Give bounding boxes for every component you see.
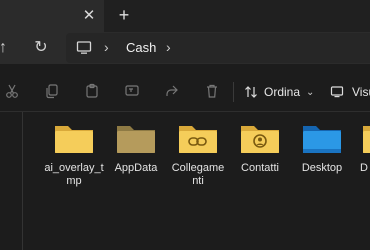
chevron-down-icon: ⌄ — [306, 86, 315, 98]
folder-label: Collegame nti — [171, 162, 225, 187]
pane-splitter[interactable] — [22, 112, 23, 250]
toolbar-divider — [0, 111, 370, 112]
folder-item-ai-overlay-tmp[interactable]: ai_overlay_t mp — [44, 122, 104, 192]
folder-item-desktop[interactable]: Desktop — [292, 122, 352, 192]
folder-icon — [117, 126, 155, 153]
paste-icon[interactable] — [84, 83, 100, 99]
folder-icon — [363, 126, 370, 153]
sort-button[interactable]: Ordina ⌄ — [244, 82, 314, 102]
links-folder-icon — [179, 126, 217, 153]
this-pc-icon — [76, 41, 92, 54]
breadcrumb-chevron-icon[interactable]: › — [104, 39, 109, 55]
folder-label: AppData — [114, 162, 158, 174]
folder-item-appdata[interactable]: AppData — [106, 122, 166, 192]
cut-icon[interactable] — [4, 83, 20, 99]
navigation-pane[interactable] — [0, 112, 24, 250]
view-label: Visu — [352, 85, 370, 99]
command-separator — [233, 82, 234, 102]
address-bar[interactable]: › Cash › — [66, 33, 370, 63]
folder-label: ai_overlay_t mp — [44, 162, 104, 187]
copy-icon[interactable] — [44, 83, 60, 99]
share-icon[interactable] — [164, 83, 180, 99]
view-button[interactable]: Visu — [330, 82, 370, 102]
new-tab-button[interactable]: + — [114, 5, 134, 25]
view-icon — [330, 86, 344, 98]
delete-icon[interactable] — [204, 83, 220, 99]
command-bar: Ordina ⌄ Visu — [0, 72, 370, 110]
up-button[interactable]: ↑ — [0, 39, 12, 57]
contacts-folder-icon — [241, 126, 279, 153]
folder-label: Contatti — [241, 162, 279, 174]
folder-icon — [55, 126, 93, 153]
tab-cash[interactable]: ✕ — [0, 0, 104, 32]
folder-label: Desktop — [301, 162, 343, 174]
folder-item-collegamenti[interactable]: Collegame nti — [168, 122, 228, 192]
rename-icon[interactable] — [124, 83, 140, 99]
folder-item-contatti[interactable]: Contatti — [230, 122, 290, 192]
folder-item-d[interactable]: D — [352, 122, 370, 192]
folder-label: D — [360, 162, 368, 174]
title-bar: ✕ + — [0, 0, 370, 32]
desktop-folder-icon — [303, 126, 341, 153]
close-tab-icon[interactable]: ✕ — [80, 7, 98, 25]
sort-label: Ordina — [264, 85, 301, 99]
breadcrumb-chevron-icon[interactable]: › — [166, 39, 171, 55]
refresh-button[interactable]: ↻ — [32, 39, 50, 57]
breadcrumb-item-cash[interactable]: Cash — [126, 40, 156, 55]
sort-icon — [245, 86, 257, 98]
